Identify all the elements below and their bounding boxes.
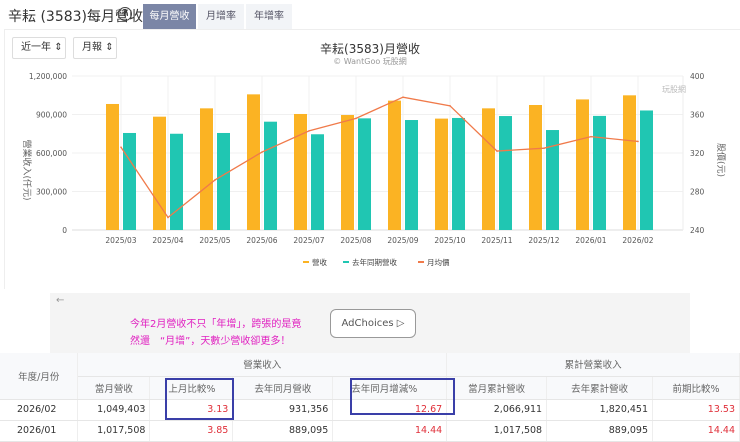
table-cell: 1,017,508 xyxy=(446,420,548,442)
bar-last-year-revenue xyxy=(264,121,277,230)
bar-revenue xyxy=(623,95,636,230)
y-tick-label: 1,200,000 xyxy=(29,72,67,81)
y2-tick-label: 240 xyxy=(690,226,705,235)
table-cell: 2,066,911 xyxy=(446,399,548,421)
y2-tick-label: 360 xyxy=(690,111,705,120)
x-tick-label: 2025/08 xyxy=(340,236,371,245)
table-cell: 889,095 xyxy=(232,420,334,442)
y-tick-label: 0 xyxy=(62,226,67,235)
bar-revenue xyxy=(482,108,495,230)
col-header: 去年同月營收 xyxy=(232,376,334,400)
x-tick-label: 2025/06 xyxy=(246,236,277,245)
point-avg-price xyxy=(496,150,498,152)
x-tick-label: 2026/02 xyxy=(622,236,653,245)
table-cell: 1,049,403 xyxy=(77,399,151,421)
bar-revenue xyxy=(106,103,119,230)
table-cell: 1,820,451 xyxy=(546,399,654,421)
x-tick-label: 2025/05 xyxy=(199,236,230,245)
bar-last-year-revenue xyxy=(640,110,653,230)
back-arrow-icon[interactable]: ← xyxy=(56,295,64,306)
x-tick-label: 2025/10 xyxy=(434,236,465,245)
legend-swatch xyxy=(343,261,349,263)
highlight-box-yoy xyxy=(350,378,455,415)
point-avg-price xyxy=(308,130,310,132)
legend-swatch xyxy=(303,261,309,263)
point-avg-price xyxy=(261,151,263,153)
bar-last-year-revenue xyxy=(217,132,230,230)
table-cell: 1,017,508 xyxy=(77,420,151,442)
bar-revenue xyxy=(153,116,166,230)
y2-tick-label: 320 xyxy=(690,149,705,158)
table-cell: 14.44 xyxy=(332,420,448,442)
point-avg-price xyxy=(637,140,639,143)
adchoices-button[interactable]: AdChoices ▷ xyxy=(330,309,416,338)
y-tick-label: 300,000 xyxy=(36,188,67,197)
x-tick-label: 2025/04 xyxy=(152,236,183,245)
legend-label: 月均價 xyxy=(427,257,450,267)
table-cell: 3.85 xyxy=(149,420,234,442)
point-avg-price xyxy=(402,96,404,98)
bar-last-year-revenue xyxy=(358,118,371,230)
group-header-revenue: 營業收入 xyxy=(77,353,448,377)
bar-last-year-revenue xyxy=(311,134,324,230)
bar-revenue xyxy=(294,113,307,230)
point-avg-price xyxy=(167,216,169,219)
bar-revenue xyxy=(341,115,354,230)
legend-label: 去年同期營收 xyxy=(352,257,397,267)
bar-last-year-revenue xyxy=(593,115,606,230)
bar-revenue xyxy=(388,100,401,230)
y2-axis-label: 股價(元) xyxy=(715,143,726,177)
point-avg-price xyxy=(355,117,357,120)
x-tick-label: 2025/11 xyxy=(481,236,512,245)
bar-last-year-revenue xyxy=(170,133,183,230)
table-cell: 931,356 xyxy=(232,399,334,421)
table-row: 2026/01 1,017,508 3.85 889,095 14.44 1,017,50… xyxy=(0,420,740,442)
y2-tick-label: 280 xyxy=(690,188,705,197)
point-avg-price xyxy=(214,179,216,181)
y-axis-label: 營業收入(仟元) xyxy=(21,139,33,200)
x-tick-label: 2026/01 xyxy=(575,236,606,245)
ad-line-2: 然還 “月增”，天數少營收卻更多！ xyxy=(130,336,291,347)
bar-revenue xyxy=(435,118,448,230)
legend-label: 營收 xyxy=(312,257,327,267)
line-avg-price xyxy=(120,96,639,219)
highlight-box-mom xyxy=(165,378,234,420)
point-avg-price xyxy=(543,147,545,149)
ad-line-1: 今年2月營收不只「年增」，跨張的是竟 xyxy=(130,319,302,330)
bar-revenue xyxy=(200,108,213,230)
group-header-cumulative: 累計營業收入 xyxy=(446,353,740,377)
col-header: 當月累計營收 xyxy=(446,376,548,400)
table-cell: 14.44 xyxy=(652,420,740,442)
table-cell: 13.53 xyxy=(652,399,740,421)
revenue-chart: 0 240 300,000 280 600,000 320 900,000 360 1,200,… xyxy=(21,72,726,267)
col-header: 當月營收 xyxy=(77,376,151,400)
point-avg-price xyxy=(590,135,592,138)
bar-revenue xyxy=(247,94,260,230)
x-tick-label: 2025/12 xyxy=(528,236,559,245)
table-cell-month: 2026/01 xyxy=(0,420,79,442)
bar-last-year-revenue xyxy=(123,132,136,230)
bar-last-year-revenue xyxy=(405,120,418,230)
bar-last-year-revenue xyxy=(499,116,512,230)
point-avg-price xyxy=(449,105,451,107)
col-header-month: 年度/月份 xyxy=(0,353,79,400)
table-cell-month: 2026/02 xyxy=(0,399,79,421)
x-tick-label: 2025/09 xyxy=(387,236,418,245)
y-tick-label: 900,000 xyxy=(36,111,67,120)
x-tick-label: 2025/07 xyxy=(293,236,324,245)
watermark-logo: 玩股網 xyxy=(662,84,686,94)
y-tick-label: 600,000 xyxy=(36,149,67,158)
bar-revenue xyxy=(576,99,589,231)
bar-revenue xyxy=(529,105,542,230)
point-avg-price xyxy=(120,146,122,149)
y2-tick-label: 400 xyxy=(690,72,705,81)
table-cell: 889,095 xyxy=(546,420,654,442)
col-header: 前期比較% xyxy=(652,376,740,400)
x-tick-label: 2025/03 xyxy=(105,236,136,245)
ad-text[interactable]: 今年2月營收不只「年增」，跨張的是竟 然還 “月增”，天數少營收卻更多！ xyxy=(130,316,352,350)
legend-swatch xyxy=(418,261,424,263)
col-header: 去年累計營收 xyxy=(546,376,654,400)
bar-last-year-revenue xyxy=(452,117,465,230)
